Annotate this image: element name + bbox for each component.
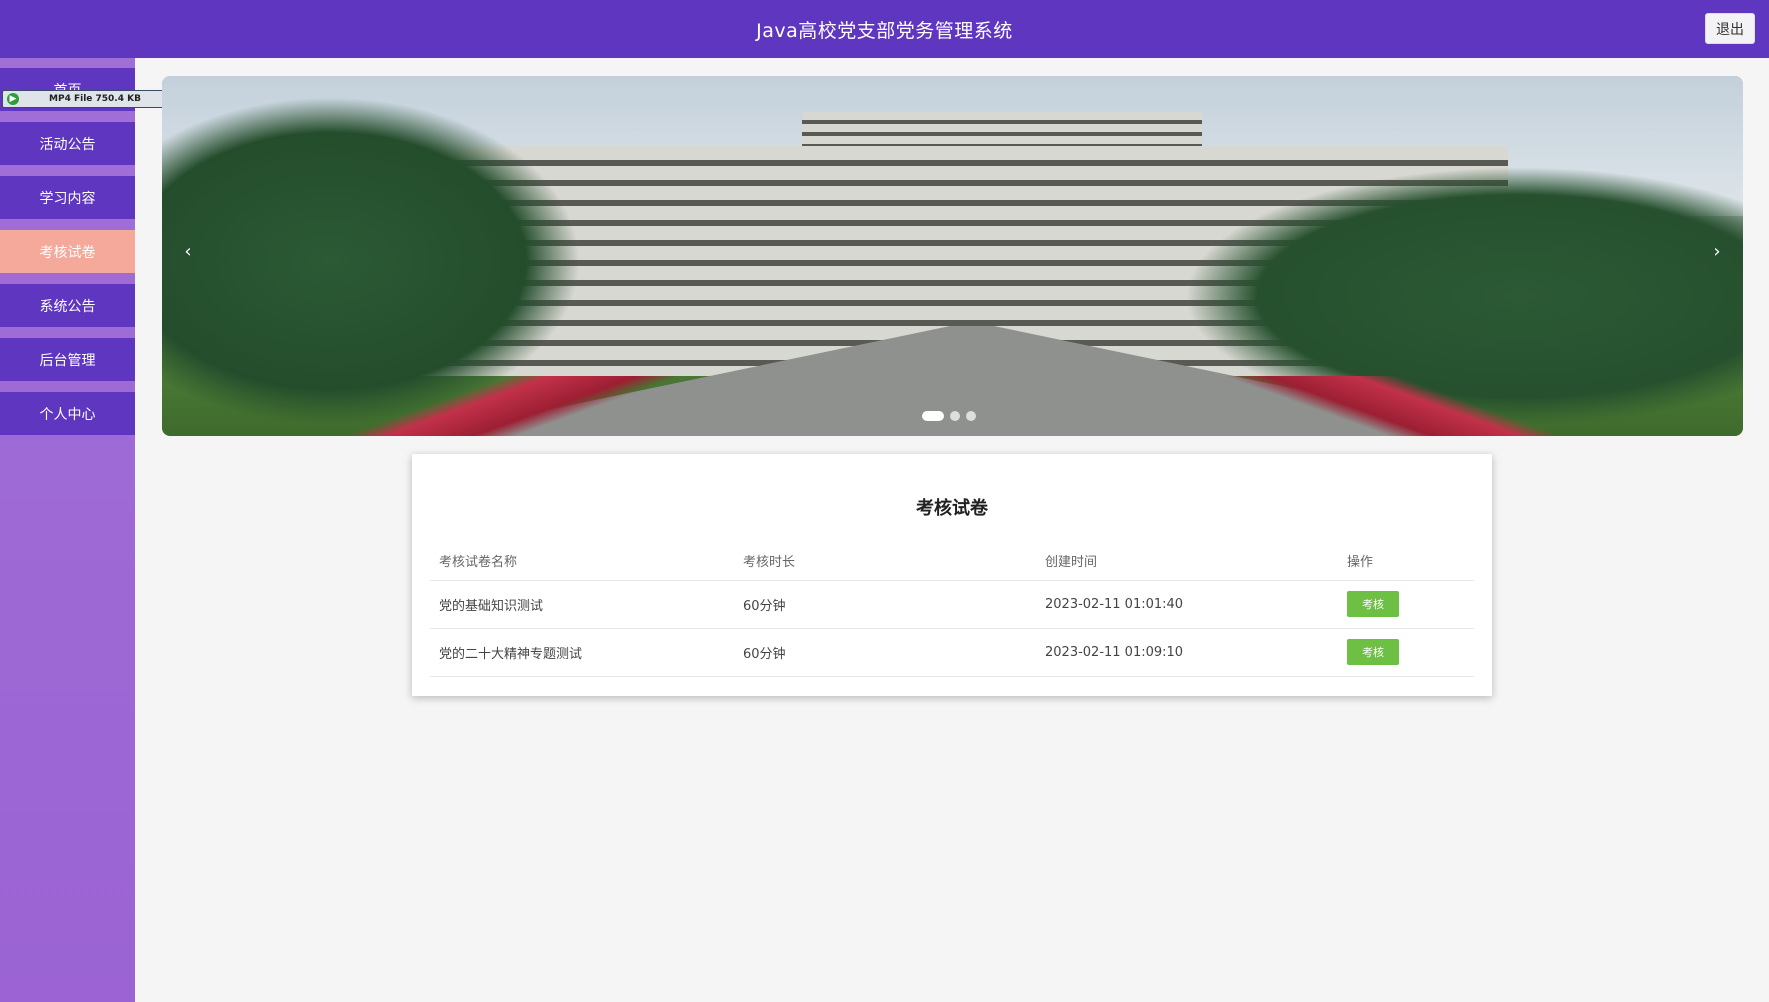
action-cell: 考核	[1338, 580, 1474, 629]
file-label: MP4 File 750.4 KB	[49, 94, 141, 104]
chevron-left-icon[interactable]: ‹	[176, 236, 200, 266]
carousel-image-flowers-left	[162, 376, 862, 436]
top-header: Java高校党支部党务管理系统 退出	[0, 0, 1769, 58]
sidebar-item-admin[interactable]: 后台管理	[0, 338, 135, 381]
take-exam-button[interactable]: 考核	[1347, 639, 1399, 665]
exam-duration: 60分钟	[734, 628, 1036, 677]
carousel-dot[interactable]	[950, 411, 960, 421]
column-header-name: 考核试卷名称	[430, 542, 734, 581]
exam-list-card: 考核试卷 考核试卷名称 考核时长 创建时间 操作 党的基础知识测试 60分钟 2…	[412, 454, 1492, 696]
image-carousel[interactable]: ‹ ›	[162, 76, 1743, 436]
carousel-image-flowers-right	[1043, 376, 1743, 436]
exam-created-time: 2023-02-11 01:09:10	[1036, 628, 1338, 677]
carousel-dot[interactable]	[966, 411, 976, 421]
column-header-action: 操作	[1338, 542, 1474, 581]
sidebar-item-study-content[interactable]: 学习内容	[0, 176, 135, 219]
chevron-right-icon[interactable]: ›	[1705, 236, 1729, 266]
play-icon[interactable]: ▶	[7, 93, 19, 105]
exam-created-time: 2023-02-11 01:01:40	[1036, 580, 1338, 629]
sidebar-item-activity-notices[interactable]: 活动公告	[0, 122, 135, 165]
file-download-overlay[interactable]: ▶ MP4 File 750.4 KB ✕	[2, 90, 188, 108]
exam-table: 考核试卷名称 考核时长 创建时间 操作 党的基础知识测试 60分钟 2023-0…	[430, 542, 1474, 677]
page-title: Java高校党支部党务管理系统	[756, 19, 1013, 42]
sidebar-item-system-notices[interactable]: 系统公告	[0, 284, 135, 327]
exam-name: 党的二十大精神专题测试	[430, 628, 734, 677]
table-row: 党的二十大精神专题测试 60分钟 2023-02-11 01:09:10 考核	[430, 628, 1474, 677]
sidebar: 首页 活动公告 学习内容 考核试卷 系统公告 后台管理 个人中心	[0, 58, 135, 1002]
action-cell: 考核	[1338, 628, 1474, 677]
column-header-duration: 考核时长	[734, 542, 1036, 581]
exam-list-title: 考核试卷	[916, 498, 988, 519]
table-header-row: 考核试卷名称 考核时长 创建时间 操作	[430, 542, 1474, 581]
column-header-created: 创建时间	[1036, 542, 1338, 581]
take-exam-button[interactable]: 考核	[1347, 591, 1399, 617]
logout-button[interactable]: 退出	[1705, 13, 1755, 44]
carousel-dot[interactable]	[922, 411, 944, 421]
sidebar-item-exam-papers[interactable]: 考核试卷	[0, 230, 135, 273]
exam-duration: 60分钟	[734, 580, 1036, 629]
table-row: 党的基础知识测试 60分钟 2023-02-11 01:01:40 考核	[430, 580, 1474, 629]
exam-name: 党的基础知识测试	[430, 580, 734, 629]
sidebar-item-profile[interactable]: 个人中心	[0, 392, 135, 435]
carousel-indicators	[922, 411, 976, 421]
